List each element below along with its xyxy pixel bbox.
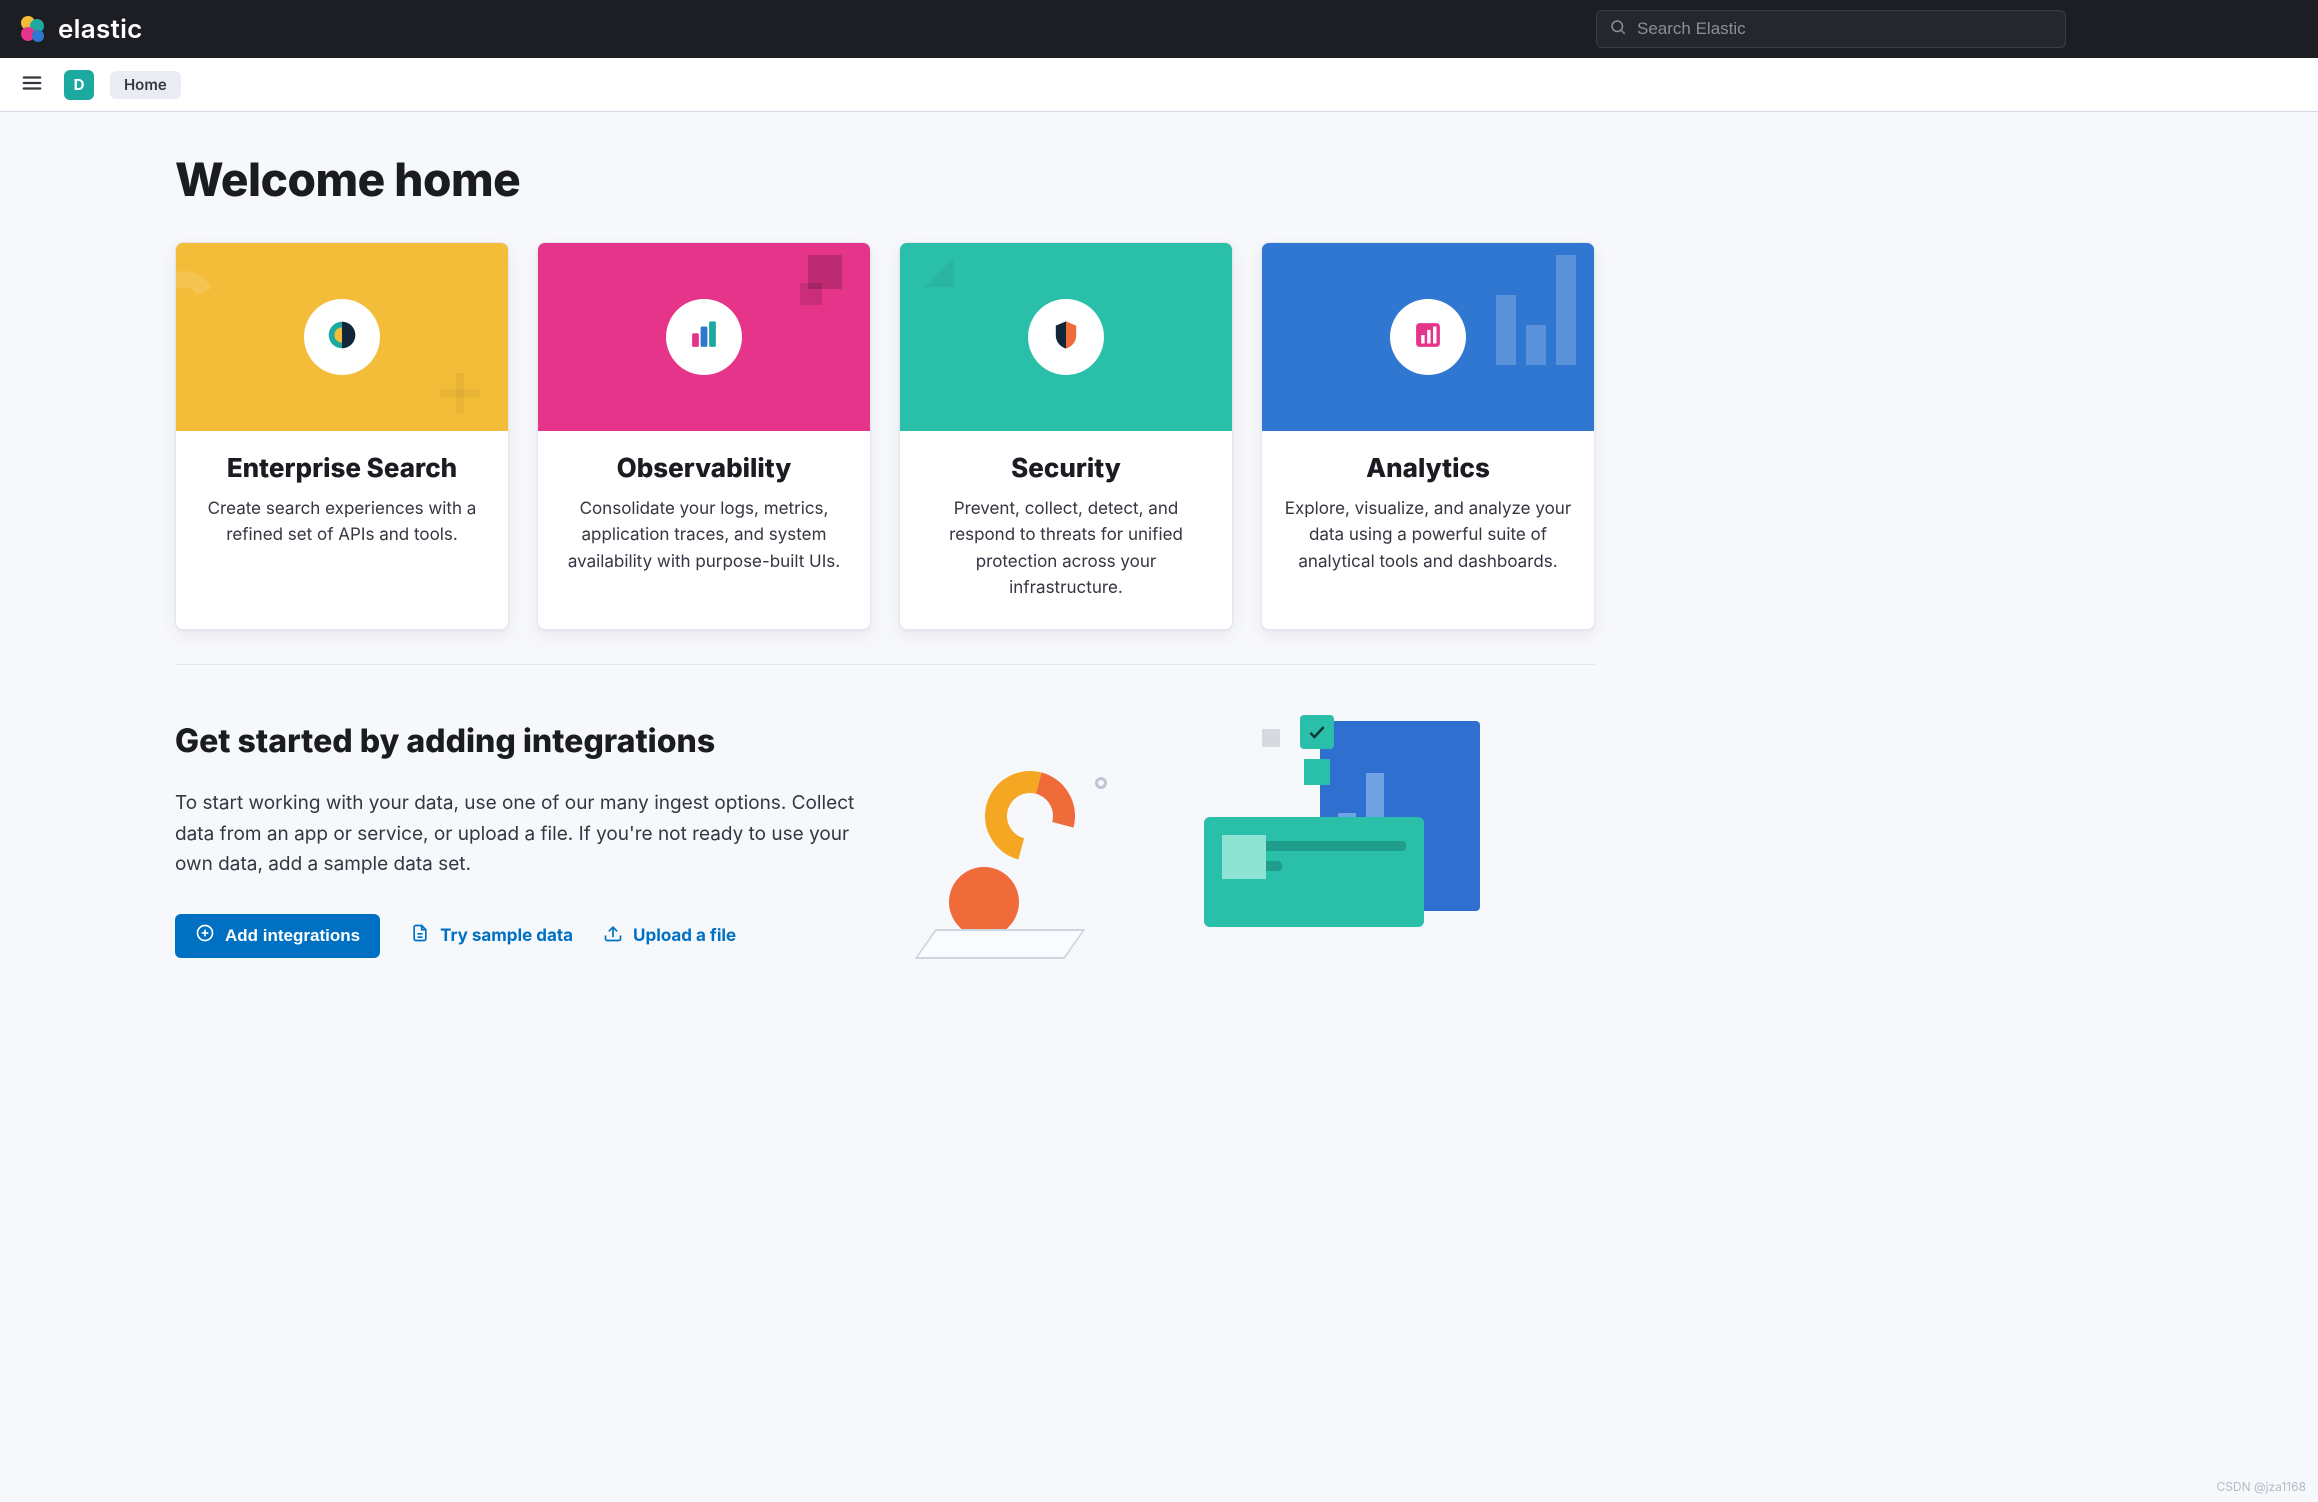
global-header: elastic — [0, 0, 2318, 58]
global-search-input[interactable] — [1637, 19, 2053, 39]
analytics-icon — [1411, 318, 1445, 356]
global-search[interactable] — [1596, 10, 2066, 48]
card-desc: Create search experiences with a refined… — [198, 496, 486, 549]
card-desc: Explore, visualize, and analyze your dat… — [1284, 496, 1572, 575]
observability-icon — [687, 318, 721, 356]
search-icon — [1609, 18, 1627, 40]
card-desc: Consolidate your logs, metrics, applicat… — [560, 496, 848, 575]
card-title: Observability — [560, 453, 848, 484]
get-started-section: Get started by adding integrations To st… — [175, 721, 1480, 957]
elastic-logo-link[interactable]: elastic — [16, 13, 143, 45]
add-integrations-button[interactable]: Add integrations — [175, 914, 380, 958]
get-started-heading: Get started by adding integrations — [175, 721, 875, 760]
solution-card-analytics[interactable]: Analytics Explore, visualize, and analyz… — [1261, 242, 1595, 630]
card-title: Analytics — [1284, 453, 1572, 484]
get-started-illustration — [955, 721, 1480, 941]
watermark-text: CSDN @jza1168 — [2216, 1479, 2306, 1494]
nav-toggle-button[interactable] — [16, 69, 48, 101]
elastic-logo-icon — [16, 13, 48, 45]
card-title: Enterprise Search — [198, 453, 486, 484]
solution-card-security[interactable]: Security Prevent, collect, detect, and r… — [899, 242, 1233, 630]
upload-icon — [603, 923, 623, 948]
card-hero — [900, 243, 1232, 431]
solution-card-observability[interactable]: Observability Consolidate your logs, met… — [537, 242, 871, 630]
elastic-wordmark: elastic — [58, 14, 143, 45]
solution-card-enterprise-search[interactable]: Enterprise Search Create search experien… — [175, 242, 509, 630]
solution-card-row: Enterprise Search Create search experien… — [175, 242, 1595, 665]
hamburger-icon — [21, 72, 43, 97]
add-integrations-label: Add integrations — [225, 926, 360, 946]
try-sample-data-link[interactable]: Try sample data — [410, 923, 573, 948]
card-hero — [538, 243, 870, 431]
plus-circle-icon — [195, 923, 215, 948]
card-hero — [1262, 243, 1594, 431]
card-desc: Prevent, collect, detect, and respond to… — [922, 496, 1210, 601]
breadcrumb-home[interactable]: Home — [110, 71, 181, 99]
home-page: Welcome home Enterprise Sea — [0, 112, 1480, 1018]
security-icon — [1049, 318, 1083, 356]
card-title: Security — [922, 453, 1210, 484]
card-hero — [176, 243, 508, 431]
upload-file-label: Upload a file — [633, 926, 736, 946]
get-started-desc: To start working with your data, use one… — [175, 788, 855, 879]
page-title: Welcome home — [175, 152, 1480, 208]
enterprise-search-icon — [323, 316, 361, 358]
document-icon — [410, 923, 430, 948]
app-sub-header: D Home — [0, 58, 2318, 112]
upload-file-link[interactable]: Upload a file — [603, 923, 736, 948]
try-sample-data-label: Try sample data — [440, 926, 573, 946]
space-selector[interactable]: D — [64, 70, 94, 100]
